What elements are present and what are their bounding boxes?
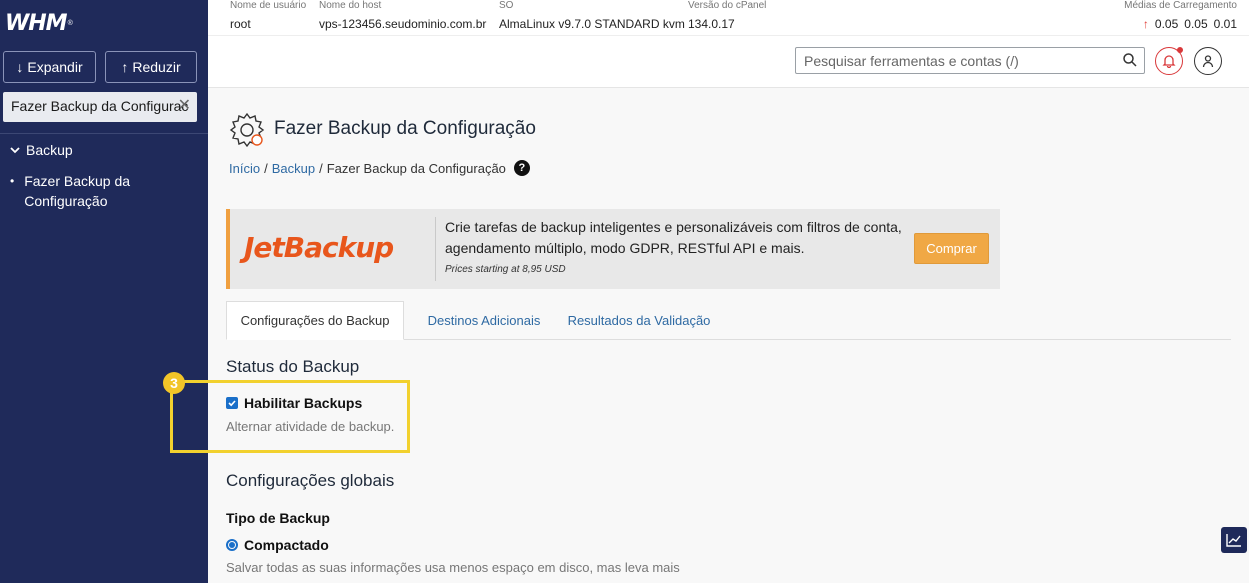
promo-text: Crie tarefas de backup inteligentes e pe… — [445, 219, 902, 256]
collapse-label: Reduzir — [132, 59, 181, 75]
sidebar-divider — [0, 133, 208, 134]
info-load-averages[interactable]: Médias de Carregamento ↑ 0.05 0.05 0.01 — [1124, 0, 1237, 33]
arrow-up-icon: ↑ — [1142, 17, 1149, 31]
page-title: Fazer Backup da Configuração — [274, 118, 536, 139]
bell-icon — [1162, 55, 1176, 68]
compressed-help: Salvar todas as suas informações usa men… — [226, 560, 680, 575]
breadcrumb-current: Fazer Backup da Configuração — [326, 160, 506, 176]
info-value: vps-123456.seudominio.com.br — [319, 17, 487, 31]
promo-divider — [435, 217, 436, 281]
chevron-down-icon — [10, 147, 20, 154]
promo-price: Prices starting at 8,95 USD — [445, 264, 566, 275]
compressed-radio[interactable]: Compactado — [226, 537, 329, 553]
bullet-icon: • — [10, 174, 15, 188]
tabs: Configurações do Backup Destinos Adicion… — [226, 301, 1231, 340]
backup-type-label: Tipo de Backup — [226, 510, 330, 526]
chart-icon — [1226, 534, 1241, 547]
collapse-button[interactable]: ↑ Reduzir — [105, 51, 197, 83]
tab-backup-settings[interactable]: Configurações do Backup — [226, 301, 404, 340]
sidebar: WHM ® ↓ Expandir ↑ Reduzir Fazer Backup d… — [0, 0, 208, 583]
expand-label: Expandir — [27, 59, 83, 75]
load-5: 0.05 — [1184, 17, 1208, 31]
whm-logo[interactable]: WHM ® — [5, 8, 73, 38]
breadcrumb-home-link[interactable]: Início — [229, 161, 260, 176]
server-info-bar: Nome de usuário root Nome do host vps-12… — [208, 0, 1249, 36]
info-label: Nome do host — [319, 0, 382, 11]
info-cpanel-version: Versão do cPanel 134.0.17 — [688, 0, 766, 33]
expand-button[interactable]: ↓ Expandir — [3, 51, 96, 83]
info-label: Versão do cPanel — [688, 0, 767, 11]
arrow-up-icon: ↑ — [121, 59, 129, 75]
tab-validation-results[interactable]: Resultados da Validação — [564, 301, 714, 340]
radio-selected-icon[interactable] — [226, 539, 238, 551]
breadcrumb: Início / Backup / Fazer Backup da Config… — [229, 160, 530, 176]
load-15: 0.01 — [1213, 17, 1237, 31]
logo-mark: ® — [67, 19, 73, 27]
sidebar-search-input[interactable]: Fazer Backup da Configurac ✕ — [3, 92, 197, 122]
page-header: Fazer Backup da Configuração — [228, 110, 536, 148]
jetbackup-promo-banner: JetBackup Crie tarefas de backup intelig… — [226, 209, 1000, 289]
info-value: root — [230, 17, 251, 31]
clear-icon[interactable]: ✕ — [178, 95, 191, 115]
sidebar-group-backup[interactable]: Backup — [10, 142, 73, 158]
info-label: Médias de Carregamento — [1124, 0, 1237, 11]
load-1: 0.05 — [1154, 17, 1179, 31]
global-settings-heading: Configurações globais — [226, 471, 395, 490]
header — [208, 36, 1249, 88]
backup-status-heading: Status do Backup — [226, 357, 360, 376]
buy-button[interactable]: Comprar — [914, 233, 989, 264]
info-os: SO AlmaLinux v9.7.0 STANDARD kvm — [499, 0, 685, 33]
arrow-down-icon: ↓ — [16, 59, 24, 75]
step-badge: 3 — [163, 372, 185, 394]
info-value: 134.0.17 — [688, 17, 735, 31]
user-menu-button[interactable] — [1194, 47, 1222, 75]
backup-config-icon — [229, 112, 265, 148]
sidebar-search-value: Fazer Backup da Configurac — [11, 98, 189, 114]
breadcrumb-separator: / — [319, 160, 323, 176]
sidebar-group-label: Backup — [26, 142, 73, 158]
notification-badge — [1177, 47, 1183, 53]
enable-backups-checkbox[interactable]: Habilitar Backups — [226, 395, 362, 411]
search-input[interactable] — [796, 48, 1106, 73]
help-icon[interactable]: ? — [513, 160, 530, 176]
search-box[interactable] — [795, 47, 1145, 74]
sidebar-item-label: Fazer Backup da Configuração — [24, 173, 131, 209]
checkbox-checked-icon[interactable] — [226, 397, 238, 409]
checkbox-label: Habilitar Backups — [244, 395, 363, 411]
sidebar-item-backup-config[interactable]: • Fazer Backup da Configuração — [10, 171, 154, 211]
main-content: Fazer Backup da Configuração Início / Ba… — [163, 88, 1249, 583]
info-label: Nome de usuário — [230, 0, 307, 11]
highlight-box — [170, 380, 410, 453]
logo-text: WHM — [5, 10, 68, 36]
jetbackup-logo[interactable]: JetBackup — [244, 231, 394, 264]
notifications-button[interactable] — [1155, 47, 1183, 75]
breadcrumb-backup-link[interactable]: Backup — [272, 161, 315, 176]
chart-button[interactable] — [1221, 527, 1247, 553]
breadcrumb-separator: / — [264, 160, 268, 176]
radio-label: Compactado — [244, 537, 329, 553]
info-hostname: Nome do host vps-123456.seudominio.com.b… — [319, 0, 486, 33]
info-value: AlmaLinux v9.7.0 STANDARD kvm — [499, 17, 685, 31]
info-label: SO — [499, 0, 514, 11]
tab-additional-destinations[interactable]: Destinos Adicionais — [404, 301, 564, 340]
enable-backups-help: Alternar atividade de backup. — [226, 419, 395, 434]
search-icon[interactable] — [1122, 52, 1138, 68]
info-username: Nome de usuário root — [230, 0, 306, 33]
user-icon — [1202, 55, 1214, 68]
